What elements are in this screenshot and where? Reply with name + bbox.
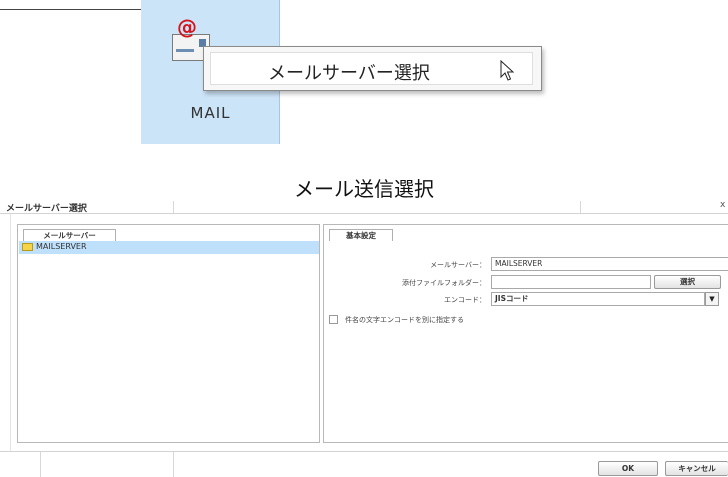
select-mail-server-menu-item[interactable]: メールサーバー選択 — [210, 52, 533, 85]
attach-folder-field[interactable] — [491, 275, 651, 289]
popup-item-label: メールサーバー選択 — [268, 63, 430, 84]
dialog-left-edge — [10, 214, 11, 451]
titlebar-separator — [173, 201, 174, 213]
subject-encode-label: 件名の文字エンコードを別に指定する — [345, 316, 464, 324]
encode-label: エンコード： — [444, 296, 486, 304]
at-sign-icon: @ — [177, 15, 197, 39]
ok-button[interactable]: OK — [598, 461, 658, 476]
list-item-label: MAILSERVER — [36, 242, 87, 251]
subject-encode-checkbox[interactable] — [329, 315, 338, 324]
mail-server-label: メールサーバー： — [430, 261, 486, 269]
settings-panel: 基本設定 メールサーバー： MAILSERVER 添付ファイルフォルダー： 選択… — [323, 224, 728, 443]
footer-separator — [40, 452, 41, 477]
close-icon[interactable]: x — [720, 200, 725, 210]
mouse-cursor-icon — [500, 60, 514, 81]
footer-divider — [0, 451, 728, 452]
list-item[interactable]: MAILSERVER — [19, 241, 319, 254]
encode-select[interactable]: JISコード — [491, 292, 705, 306]
attach-folder-label: 添付ファイルフォルダー： — [402, 279, 486, 287]
mail-server-field[interactable]: MAILSERVER — [491, 257, 728, 271]
mail-icon — [22, 243, 33, 251]
mail-server-list-panel: メールサーバー MAILSERVER — [17, 224, 320, 443]
tab-basic-settings[interactable]: 基本設定 — [329, 229, 393, 241]
footer-separator — [173, 452, 174, 477]
select-folder-button[interactable]: 選択 — [654, 275, 721, 289]
context-popup: メールサーバー選択 — [203, 46, 542, 91]
cancel-button[interactable]: キャンセル — [665, 461, 728, 476]
section-title: メール送信選択 — [294, 177, 434, 201]
tab-mail-server[interactable]: メールサーバー — [23, 229, 116, 241]
chevron-down-icon[interactable]: ▼ — [705, 292, 719, 306]
mail-tile-label: MAIL — [190, 104, 231, 122]
titlebar-divider — [0, 213, 728, 214]
titlebar-separator — [580, 201, 581, 213]
